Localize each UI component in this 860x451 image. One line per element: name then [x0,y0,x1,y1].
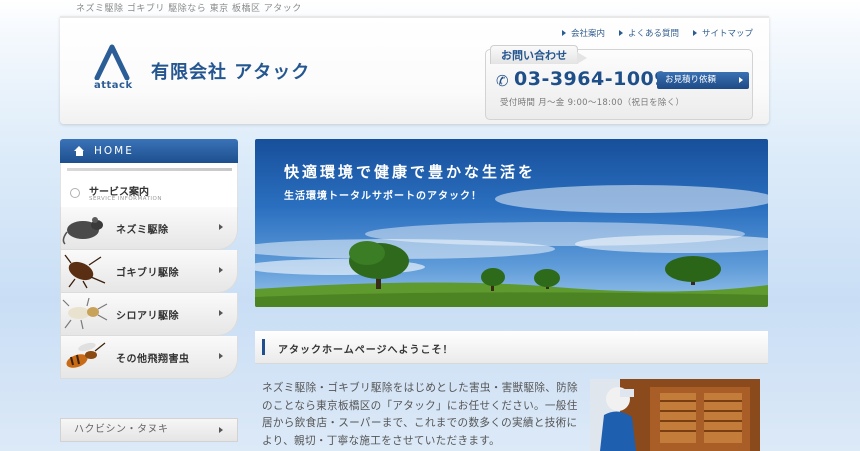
business-hours: 受付時間 月～金 9:00～18:00（祝日を除く） [500,98,685,108]
home-icon [74,146,85,156]
sidebar-item-rat[interactable]: ネズミ駆除 [60,207,238,250]
header-top-bar [60,16,769,18]
chevron-right-icon [219,310,223,316]
technician-image [590,379,760,451]
sidebar-item-termite[interactable]: シロアリ駆除 [60,293,238,336]
company-name[interactable]: 有限会社 アタック [151,58,310,84]
service-subtitle: SERVICE INFORMATION [89,196,162,202]
wasp-icon [66,342,106,368]
logo-wordmark[interactable]: attack [94,80,133,91]
sidebar-item-label: シロアリ駆除 [116,311,179,322]
sidebar-item-flying-pests[interactable]: その他飛翔害虫 [60,336,238,379]
sidebar-item-label: ゴキブリ駆除 [116,268,179,279]
welcome-heading-bar: アタックホームページへようこそ！ [255,331,768,364]
faq-link[interactable]: よくある質問 [619,27,679,39]
circle-icon [70,188,80,198]
rat-icon [62,217,103,245]
chevron-right-icon [219,353,223,359]
banner-subtitle: 生活環境トータルサポートのアタック！ [284,191,482,202]
sidebar-item-cockroach[interactable]: ゴキブリ駆除 [60,250,238,293]
phone-number[interactable]: 03-3964-1009 [514,68,668,90]
sidebar-home-button[interactable]: HOME [60,139,238,163]
contact-tab-label: お問い合わせ [490,45,587,64]
top-keywords: ネズミ駆除 ゴキブリ 駆除なら 東京 板橋区 アタック [76,4,302,14]
chevron-right-icon [219,224,223,230]
sidebar-item-label: ネズミ駆除 [116,225,169,236]
chevron-right-icon [219,267,223,273]
intro-text: ネズミ駆除・ゴキブリ駆除をはじめとした害虫・害獣駆除、防除のことなら東京板橋区の… [262,382,578,447]
phone-icon: ✆ [496,72,509,90]
service-divider [67,168,232,171]
termite-icon [62,297,108,330]
company-info-link[interactable]: 会社案内 [562,27,605,39]
home-label: HOME [94,145,134,157]
banner-title: 快適環境で健康で豊かな生活を [284,163,537,181]
sitemap-link[interactable]: サイトマップ [693,27,753,39]
sidebar-item-civet-raccoon[interactable]: ハクビシン・タヌキ [60,418,238,442]
sidebar-item-label: その他飛翔害虫 [116,354,190,365]
service-info-header: サービス案内 SERVICE INFORMATION [60,163,238,207]
estimate-request-button[interactable]: お見積り依頼 [657,72,749,89]
site-header: 会社案内 よくある質問 サイトマップ attack 有限会社 アタック お問い合… [60,16,769,124]
top-links: 会社案内 よくある質問 サイトマップ [562,27,753,39]
heading-marker [262,339,265,355]
sidebar-nav: HOME サービス案内 SERVICE INFORMATION ネズミ駆除 ゴキ… [60,139,238,379]
welcome-heading: アタックホームページへようこそ！ [278,345,454,356]
hero-banner: 快適環境で健康で豊かな生活を 生活環境トータルサポートのアタック！ [255,139,768,307]
cockroach-icon [64,254,106,289]
technician-photo [590,379,760,451]
attack-logo-icon[interactable] [93,44,131,80]
contact-box: お問い合わせ ✆ 03-3964-1009 お見積り依頼 受付時間 月～金 9:… [485,45,753,120]
